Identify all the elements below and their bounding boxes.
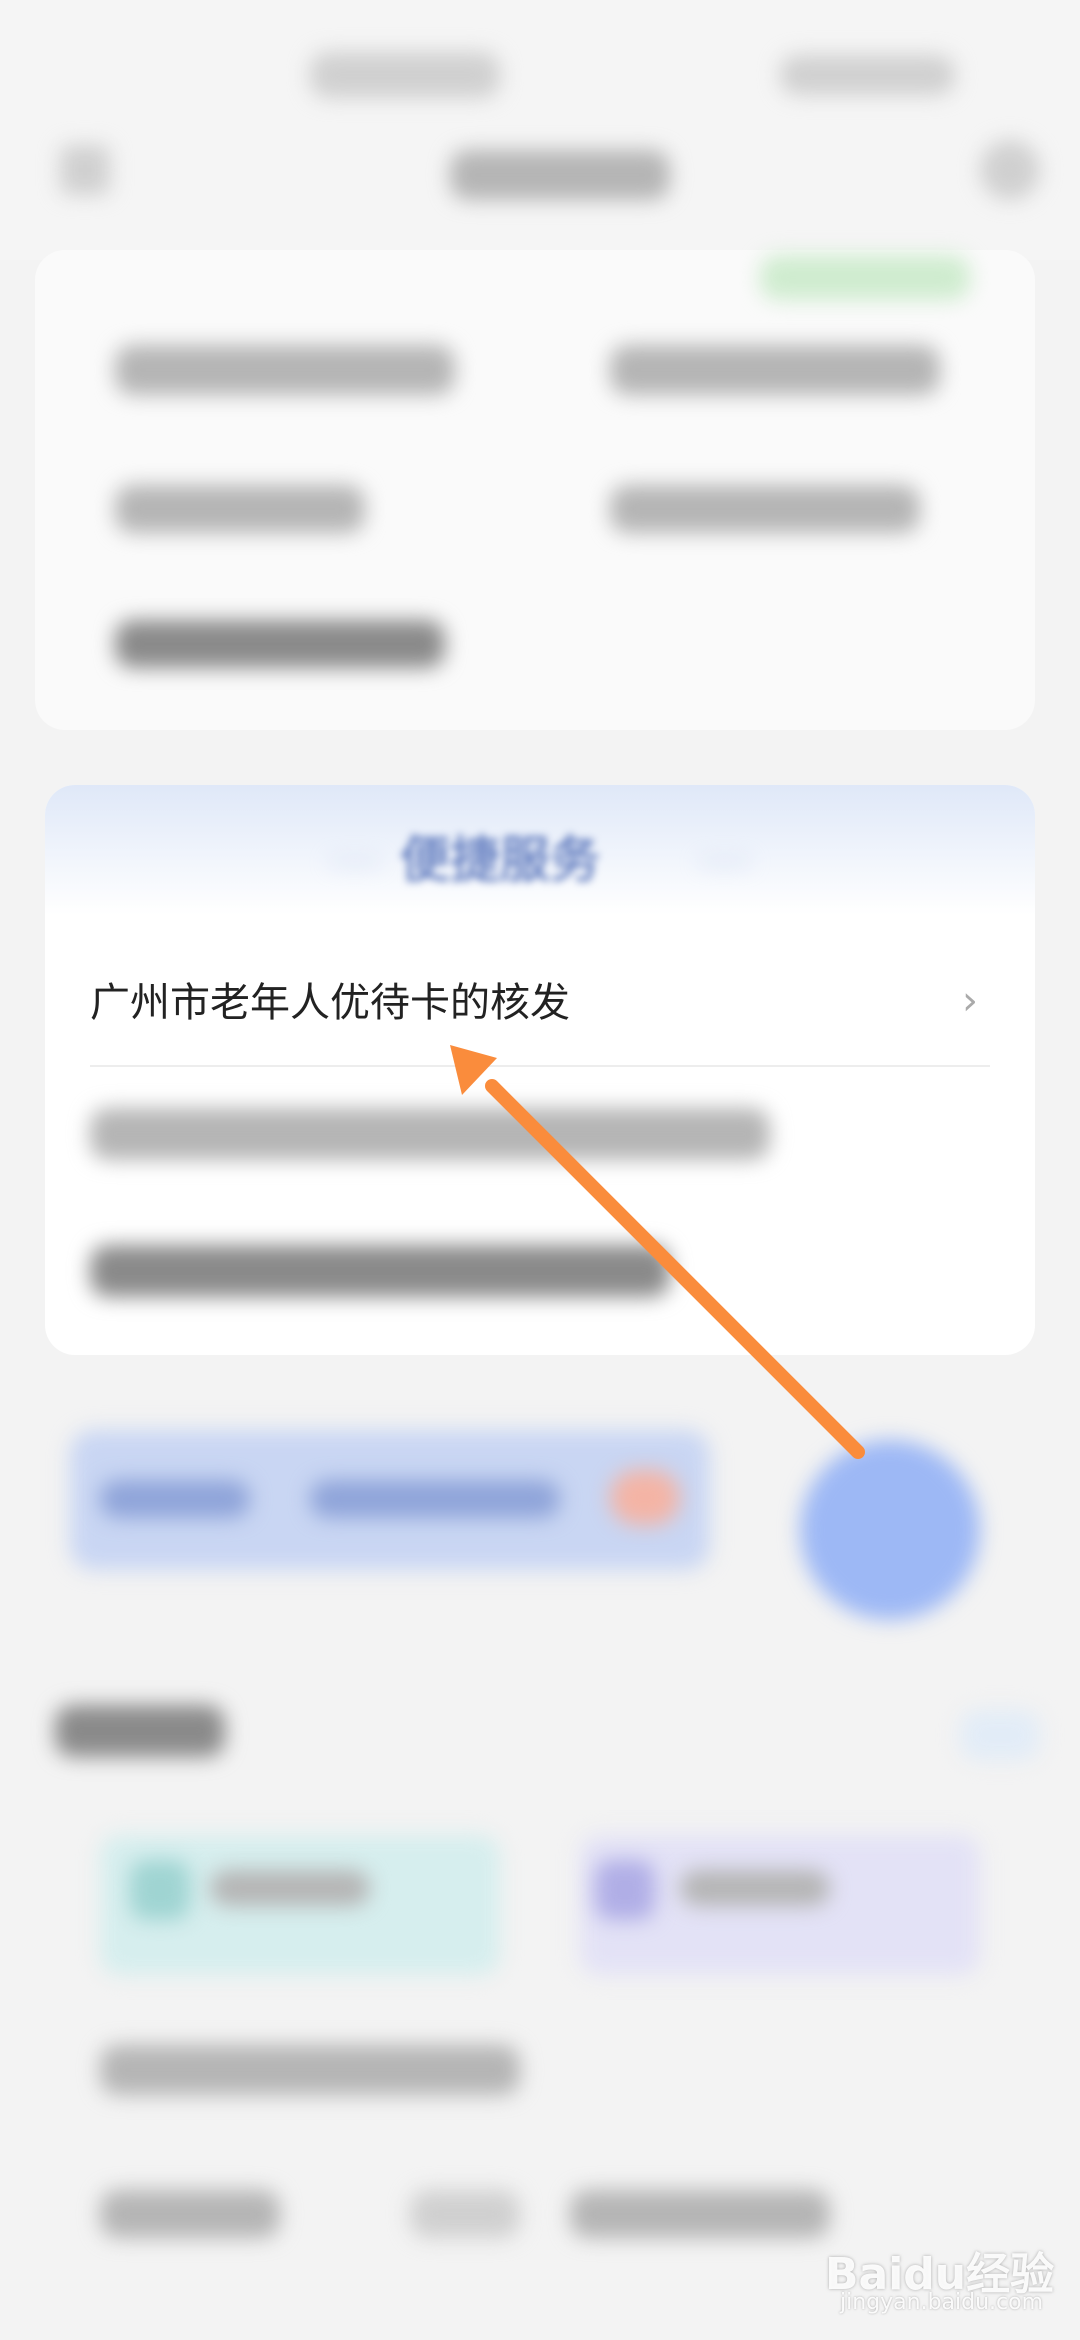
list-divider — [90, 1065, 990, 1067]
list-item-blurred[interactable] — [100, 2045, 520, 2095]
list-item-blurred[interactable] — [570, 2190, 830, 2238]
shortcut-item-blurred[interactable] — [115, 620, 445, 668]
feature-tile-icon — [595, 1860, 655, 1920]
express-services-title: 便捷服务 — [400, 831, 600, 889]
status-bar-right-blurred — [780, 55, 955, 95]
shortcut-item-blurred[interactable] — [610, 345, 940, 395]
feature-tile-text-blurred — [680, 1870, 830, 1906]
menu-button-blurred[interactable] — [980, 140, 1040, 200]
top-header-area — [0, 0, 1080, 260]
banner-text-blurred — [310, 1480, 560, 1518]
header-decor-line — [330, 860, 380, 864]
green-badge-blurred — [760, 255, 970, 300]
section-more-link-blurred[interactable] — [960, 1710, 1040, 1760]
status-bar-left-blurred — [310, 52, 500, 98]
shortcut-item-blurred[interactable] — [115, 345, 455, 395]
feature-tile-text-blurred — [210, 1870, 370, 1906]
shortcut-item-blurred[interactable] — [115, 485, 365, 533]
app-screen: 便捷服务 广州市老年人优待卡的核发 › Baidu经验 jingyan.baid… — [0, 0, 1080, 2340]
service-item-blurred[interactable] — [90, 1245, 670, 1297]
service-item-blurred[interactable] — [90, 1108, 770, 1160]
service-item-label[interactable]: 广州市老年人优待卡的核发 — [90, 970, 570, 1028]
page-title-blurred — [450, 150, 670, 200]
banner-text-blurred — [100, 1480, 250, 1518]
feature-tile-icon — [130, 1860, 190, 1920]
list-item-blurred[interactable] — [410, 2190, 520, 2238]
banner-badge-blurred — [610, 1470, 680, 1525]
list-item-blurred[interactable] — [100, 2190, 280, 2238]
floating-assistant-button-blurred[interactable] — [800, 1440, 980, 1620]
chevron-right-icon: › — [962, 978, 978, 1024]
shortcut-item-blurred[interactable] — [610, 485, 920, 533]
header-decor-line — [700, 860, 750, 864]
section-title-blurred — [55, 1705, 225, 1757]
watermark-url: jingyan.baidu.com — [840, 2290, 1044, 2315]
back-button-blurred[interactable] — [60, 145, 110, 195]
